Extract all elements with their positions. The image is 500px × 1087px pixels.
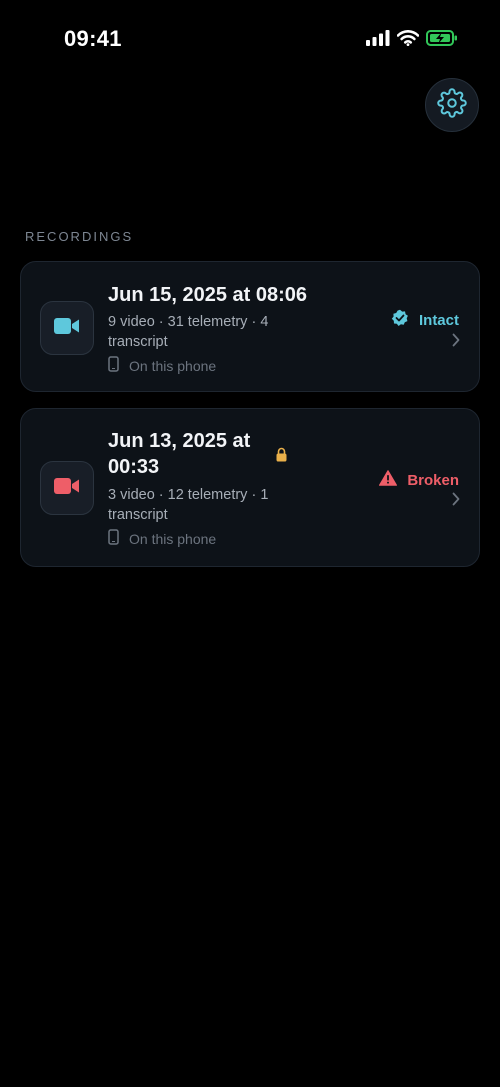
- verified-badge-icon: [391, 309, 409, 331]
- settings-button[interactable]: [425, 78, 479, 132]
- recording-location: On this phone: [108, 356, 216, 375]
- recording-title: Jun 13, 2025 at 00:33: [108, 430, 251, 478]
- status-label: Intact: [418, 311, 459, 329]
- warning-icon: [379, 470, 398, 490]
- location-label: On this phone: [129, 530, 217, 547]
- status-icons: [366, 30, 458, 51]
- recording-counts: 3 video · 12 telemetry · 1 transcript: [108, 487, 269, 523]
- recording-card[interactable]: Jun 13, 2025 at 00:33 3 video · 12 telem…: [20, 408, 480, 567]
- recording-title: Jun 15, 2025 at 08:06: [108, 284, 308, 306]
- chevron-right-icon: [451, 492, 461, 511]
- recording-thumbnail: [40, 461, 94, 515]
- recording-thumbnail: [40, 301, 94, 355]
- chevron-right-icon: [451, 333, 461, 352]
- status-bar: 09:41: [0, 0, 500, 80]
- phone-icon: [108, 356, 119, 375]
- status-time: 09:41: [64, 26, 122, 51]
- battery-charging-icon: [426, 30, 458, 51]
- section-title-recordings: RECORDINGS: [25, 229, 134, 244]
- recording-counts: 9 video · 31 telemetry · 4 transcript: [108, 314, 269, 350]
- recording-location: On this phone: [108, 529, 216, 548]
- phone-icon: [108, 529, 119, 548]
- location-label: On this phone: [129, 357, 217, 374]
- wifi-icon: [396, 30, 420, 51]
- video-camera-icon: [53, 316, 81, 341]
- lock-icon: [275, 447, 288, 467]
- status-badge: Broken: [379, 470, 459, 490]
- video-camera-icon: [53, 476, 81, 501]
- status-label: Broken: [407, 471, 459, 489]
- recording-card[interactable]: Jun 15, 2025 at 08:06 9 video · 31 telem…: [20, 261, 480, 392]
- gear-icon: [437, 87, 467, 123]
- signal-icon: [366, 30, 390, 51]
- status-badge: Intact: [391, 309, 459, 331]
